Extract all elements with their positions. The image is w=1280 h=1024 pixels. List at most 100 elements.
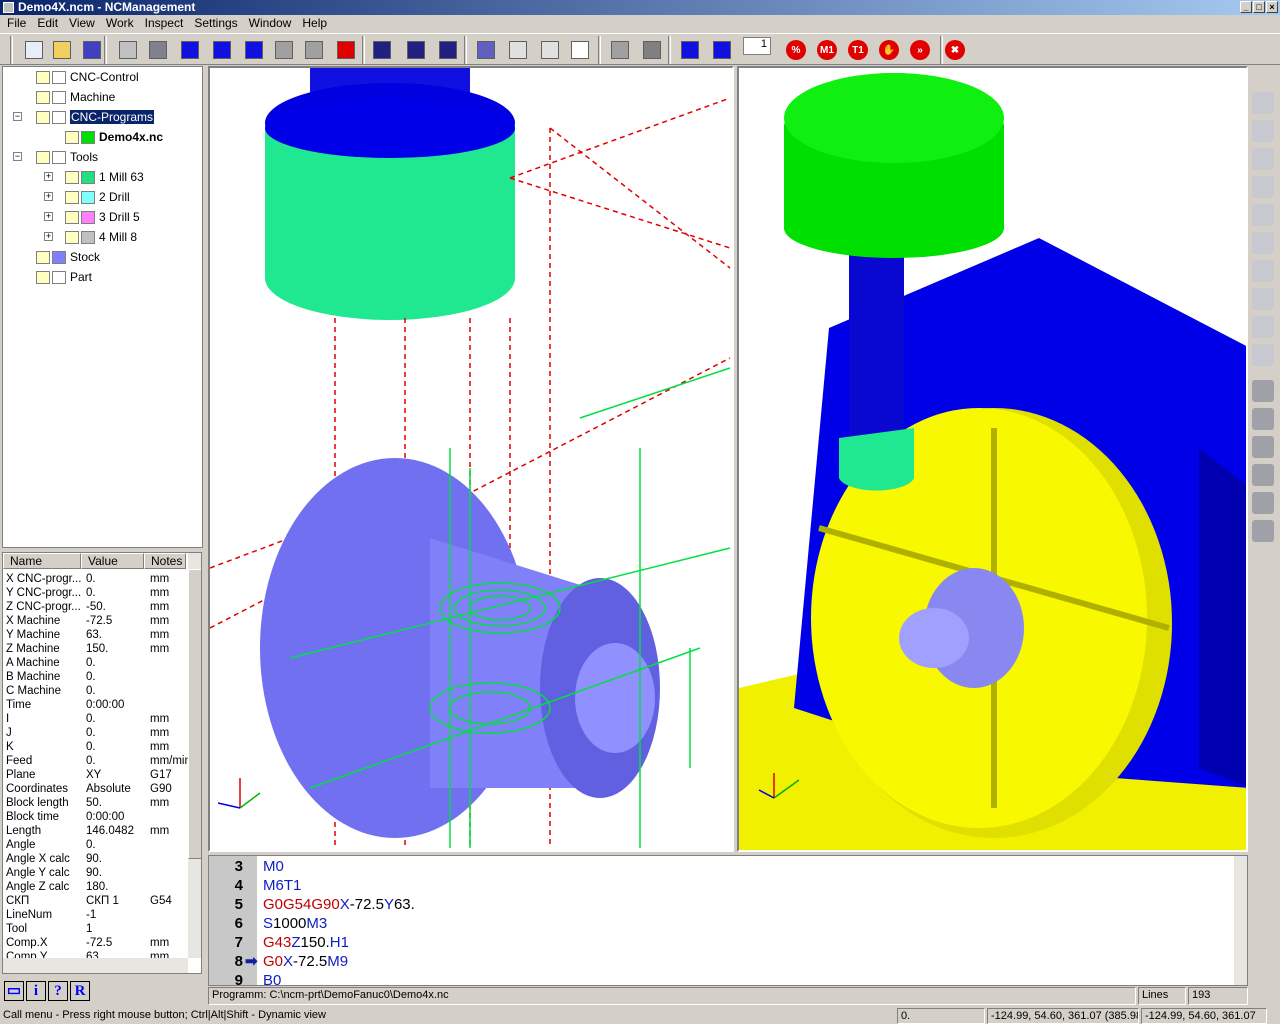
wireframe-3d-view[interactable] (208, 66, 734, 852)
visibility-bulb-icon[interactable] (65, 230, 79, 244)
collapse-icon[interactable]: − (13, 152, 22, 161)
minimize-button[interactable]: _ (1240, 1, 1252, 13)
simulate-button[interactable] (474, 38, 498, 62)
menu-edit[interactable]: Edit (32, 15, 64, 32)
warning-button[interactable] (334, 38, 358, 62)
tree-item-demo4x-nc[interactable]: Demo4x.nc (65, 128, 163, 146)
new-file-button[interactable] (22, 38, 46, 62)
column-notes[interactable]: Notes (144, 553, 186, 569)
zoom-in-icon[interactable] (1252, 380, 1274, 402)
hand-pan-icon[interactable] (1252, 260, 1274, 282)
menu-window[interactable]: Window (244, 15, 298, 32)
hand-grab-icon[interactable] (1252, 288, 1274, 310)
ruler-button[interactable] (608, 38, 632, 62)
panel-help-button[interactable]: ? (48, 981, 68, 1001)
shaded-3d-view[interactable] (737, 66, 1248, 852)
open-folder-button[interactable] (50, 38, 74, 62)
properties-vscroll[interactable] (188, 553, 201, 958)
view-split-button[interactable] (404, 38, 428, 62)
undo-icon[interactable] (1252, 92, 1274, 114)
maximize-button[interactable]: □ (1253, 1, 1265, 13)
next-block-button[interactable] (710, 38, 734, 62)
expand-icon[interactable]: + (44, 212, 53, 221)
skip-stop-button[interactable]: » (908, 38, 932, 62)
multi-tool-button[interactable] (506, 38, 530, 62)
menu-settings[interactable]: Settings (189, 15, 243, 32)
rewind-button[interactable] (210, 38, 234, 62)
tree-item-4-mill-8[interactable]: 4 Mill 8 (65, 228, 137, 246)
zoom-out-icon[interactable] (1252, 408, 1274, 430)
panel-report-button[interactable]: R (70, 981, 90, 1001)
column-value[interactable]: Value (81, 553, 144, 569)
tree-item-cnc-programs[interactable]: CNC-Programs (36, 108, 156, 126)
visibility-bulb-icon[interactable] (65, 210, 79, 224)
view-code-button[interactable] (436, 38, 460, 62)
code-vscroll[interactable] (1234, 856, 1247, 985)
tree-item-part[interactable]: Part (36, 268, 92, 286)
tree-item-cnc-control[interactable]: CNC-Control (36, 68, 139, 86)
nc-icon[interactable] (1252, 344, 1274, 366)
tree-item-stock[interactable]: Stock (36, 248, 100, 266)
menu-file[interactable]: File (2, 15, 32, 32)
menu-work[interactable]: Work (101, 15, 140, 32)
visibility-bulb-icon[interactable] (36, 150, 50, 164)
properties-hscroll[interactable] (3, 958, 188, 973)
tree-item-machine[interactable]: Machine (36, 88, 115, 106)
clipboard-icon[interactable] (1252, 232, 1274, 254)
back-icon[interactable] (1252, 520, 1274, 542)
visibility-bulb-icon[interactable] (65, 190, 79, 204)
tool-pair-button[interactable] (538, 38, 562, 62)
save-button[interactable] (80, 38, 104, 62)
redo-icon[interactable] (1252, 120, 1274, 142)
visibility-bulb-icon[interactable] (65, 130, 79, 144)
check-icon[interactable] (1252, 176, 1274, 198)
toolbar: 1% M1 T1 ✋ » ✖ (0, 33, 1280, 65)
menu-help[interactable]: Help (297, 15, 333, 32)
pause-button[interactable] (272, 38, 296, 62)
visibility-bulb-icon[interactable] (36, 90, 50, 104)
program-stop-button[interactable]: % (784, 38, 808, 62)
stop-button[interactable] (302, 38, 326, 62)
percent-tool-button[interactable] (116, 38, 140, 62)
tree-item-1-mill-63[interactable]: 1 Mill 63 (65, 168, 144, 186)
visibility-bulb-icon[interactable] (36, 250, 50, 264)
rotate-icon[interactable] (1252, 492, 1274, 514)
tree-item-tools[interactable]: Tools (36, 148, 98, 166)
collapse-icon[interactable]: − (13, 112, 22, 121)
zoom-window-icon[interactable] (1252, 464, 1274, 486)
list-icon[interactable] (1252, 204, 1274, 226)
panel-info-button[interactable]: i (26, 981, 46, 1001)
step-input[interactable]: 1 (743, 37, 771, 55)
print-icon[interactable] (1252, 148, 1274, 170)
stock-cube-button[interactable] (146, 38, 170, 62)
run-button[interactable] (178, 38, 202, 62)
optional-stop-button[interactable]: M1 (815, 38, 839, 62)
project-tree[interactable]: CNC-Control Machine − CNC-Programs Demo4x.nc… (2, 66, 203, 548)
tree-item-3-drill-5[interactable]: 3 Drill 5 (65, 208, 140, 226)
prev-block-button[interactable] (678, 38, 702, 62)
menu-inspect[interactable]: Inspect (140, 15, 190, 32)
tree-item-2-drill[interactable]: 2 Drill (65, 188, 130, 206)
hand-point-icon[interactable] (1252, 316, 1274, 338)
view-single-button[interactable] (370, 38, 394, 62)
solid-button[interactable] (640, 38, 664, 62)
visibility-bulb-icon[interactable] (36, 270, 50, 284)
visibility-bulb-icon[interactable] (36, 110, 50, 124)
nc-code-editor[interactable]: 3 M0 4 M6T1 5 G0G54G90X-72.5Y63. 6 S1000M3 7 G43Z… (208, 855, 1248, 986)
visibility-bulb-icon[interactable] (65, 170, 79, 184)
property-row: LineNum -1 (3, 908, 188, 922)
pan-icon[interactable] (1252, 436, 1274, 458)
expand-icon[interactable]: + (44, 172, 53, 181)
tool-change-stop-button[interactable]: T1 (846, 38, 870, 62)
fast-forward-button[interactable] (242, 38, 266, 62)
expand-icon[interactable]: + (44, 192, 53, 201)
visibility-bulb-icon[interactable] (36, 70, 50, 84)
wireframe-box-button[interactable] (568, 38, 592, 62)
column-name[interactable]: Name (3, 553, 81, 569)
panel-monitor-button[interactable]: ▭ (4, 981, 24, 1001)
tools-stop-button[interactable]: ✖ (943, 38, 967, 62)
close-button[interactable]: × (1266, 1, 1278, 13)
menu-view[interactable]: View (64, 15, 101, 32)
manual-stop-button[interactable]: ✋ (877, 38, 901, 62)
expand-icon[interactable]: + (44, 232, 53, 241)
